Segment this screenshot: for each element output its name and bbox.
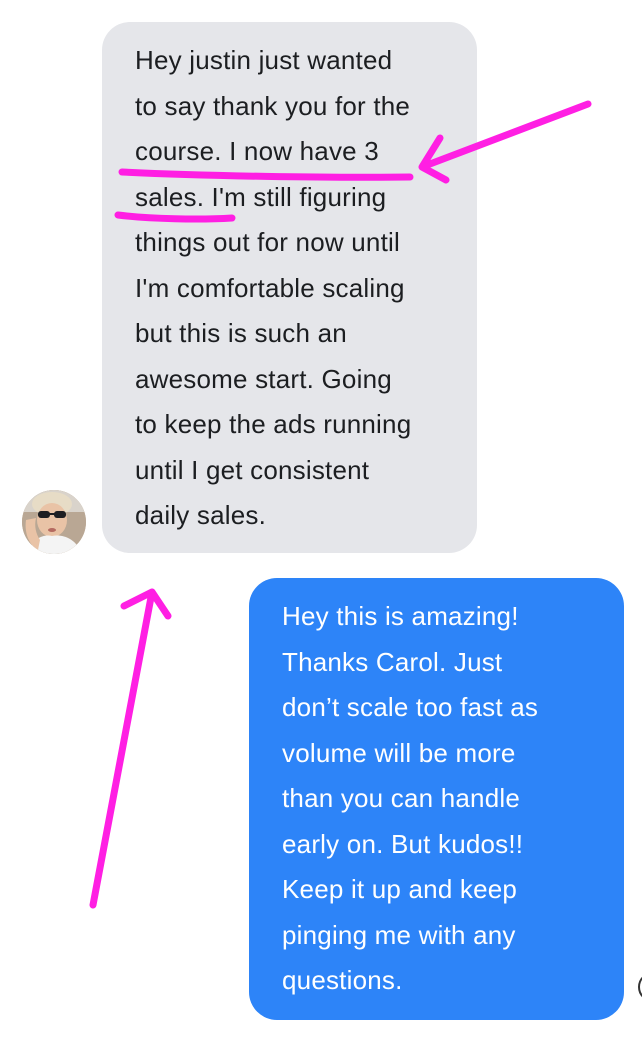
message-line: pinging me with any	[282, 919, 516, 950]
outgoing-message-bubble[interactable]: Hey this is amazing! Thanks Carol. Just …	[249, 578, 624, 1020]
message-line: sales. I'm still figuring	[135, 181, 387, 212]
message-line: course. I now have 3	[135, 136, 379, 166]
message-line: Thanks Carol. Just	[282, 646, 503, 677]
message-line: until I get consistent	[135, 454, 370, 485]
message-line: daily sales.	[135, 500, 267, 530]
message-line: things out for now until	[135, 227, 400, 257]
sender-avatar[interactable]	[22, 490, 86, 554]
incoming-message-bubble[interactable]: Hey justin just wanted to say thank you …	[102, 22, 477, 553]
arrow-to-incoming-bubble	[89, 588, 172, 909]
chat-thread: Hey justin just wanted to say thank you …	[0, 0, 642, 1042]
message-line: Hey this is amazing!	[282, 601, 519, 631]
message-line: I'm comfortable scaling	[135, 272, 405, 303]
recipient-avatar-edge	[638, 972, 642, 1002]
message-line: Hey justin just wanted	[135, 45, 393, 75]
message-line: early on. But kudos!!	[282, 828, 524, 859]
message-line: volume will be more	[282, 737, 516, 768]
message-line: but this is such an	[135, 318, 347, 348]
message-line: don’t scale too fast as	[282, 692, 539, 722]
message-line: to keep the ads running	[135, 409, 412, 439]
message-line: Keep it up and keep	[282, 874, 518, 904]
avatar-photo-icon	[22, 490, 86, 554]
message-line: awesome start. Going	[135, 363, 392, 394]
message-line: questions.	[282, 965, 403, 995]
message-line: than you can handle	[282, 783, 520, 813]
message-line: to say thank you for the	[135, 90, 411, 121]
